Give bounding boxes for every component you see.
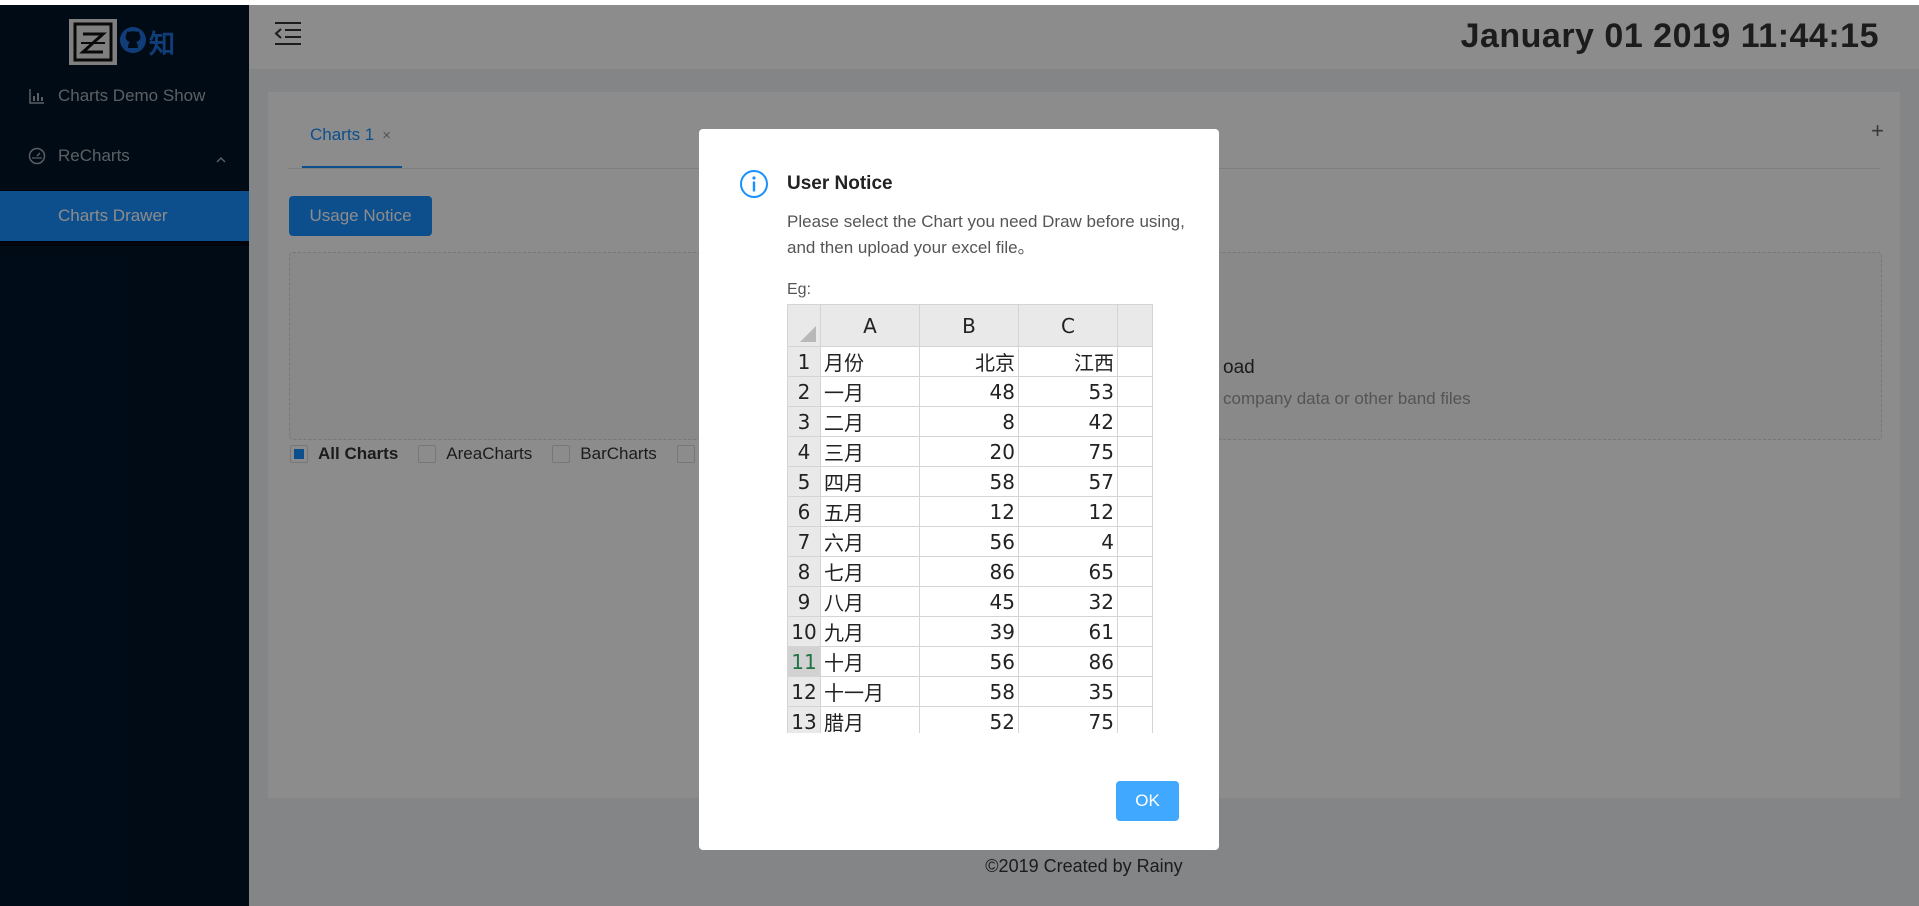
modal-title: User Notice bbox=[787, 173, 893, 194]
cell-empty bbox=[1117, 526, 1153, 557]
column-header: B bbox=[919, 304, 1019, 347]
cell-empty bbox=[1117, 466, 1153, 497]
column-header: A bbox=[820, 304, 920, 347]
cell-empty bbox=[1117, 676, 1153, 707]
info-circle-icon bbox=[739, 169, 769, 204]
table-row: 8 七月 86 65 bbox=[787, 556, 1153, 587]
ok-button[interactable]: OK bbox=[1116, 781, 1179, 821]
cell-month: 七月 bbox=[820, 556, 920, 587]
table-row: 7 六月 56 4 bbox=[787, 526, 1153, 557]
cell-empty bbox=[1117, 586, 1153, 617]
cell-jiangxi: 57 bbox=[1018, 466, 1118, 497]
cell-month: 十月 bbox=[820, 646, 920, 677]
cell-beijing: 86 bbox=[919, 556, 1019, 587]
example-label: Eg: bbox=[787, 281, 812, 298]
row-number: 10 bbox=[787, 616, 821, 647]
cell-jiangxi: 32 bbox=[1018, 586, 1118, 617]
cell-empty bbox=[1117, 346, 1153, 377]
row-number: 11 bbox=[787, 646, 821, 677]
cell-month: 六月 bbox=[820, 526, 920, 557]
table-row: 12 十一月 58 35 bbox=[787, 676, 1153, 707]
row-number: 4 bbox=[787, 436, 821, 467]
cell-empty bbox=[1117, 496, 1153, 527]
example-spreadsheet-image: A B C 1 月份 北京 江西 2 一月 48 53 3 二月 8 42 4 三月 20 75 5 四月 58 57… bbox=[787, 304, 1162, 733]
table-row: 11 十月 56 86 bbox=[787, 646, 1153, 677]
cell-month: 腊月 bbox=[820, 706, 920, 733]
table-row: 6 五月 12 12 bbox=[787, 496, 1153, 527]
cell-jiangxi: 35 bbox=[1018, 676, 1118, 707]
cell-month: 九月 bbox=[820, 616, 920, 647]
cell-empty bbox=[1117, 406, 1153, 437]
cell-jiangxi: 江西 bbox=[1018, 346, 1118, 377]
cell-empty bbox=[1117, 556, 1153, 587]
row-number: 3 bbox=[787, 406, 821, 437]
cell-month: 八月 bbox=[820, 586, 920, 617]
table-row: 13 腊月 52 75 bbox=[787, 706, 1153, 733]
cell-jiangxi: 65 bbox=[1018, 556, 1118, 587]
cell-jiangxi: 4 bbox=[1018, 526, 1118, 557]
table-row: 2 一月 48 53 bbox=[787, 376, 1153, 407]
row-number: 8 bbox=[787, 556, 821, 587]
cell-beijing: 56 bbox=[919, 646, 1019, 677]
cell-beijing: 20 bbox=[919, 436, 1019, 467]
cell-beijing: 北京 bbox=[919, 346, 1019, 377]
table-row: 3 二月 8 42 bbox=[787, 406, 1153, 437]
table-row: 5 四月 58 57 bbox=[787, 466, 1153, 497]
cell-jiangxi: 75 bbox=[1018, 436, 1118, 467]
row-number: 13 bbox=[787, 706, 821, 733]
row-number: 5 bbox=[787, 466, 821, 497]
cell-month: 四月 bbox=[820, 466, 920, 497]
cell-beijing: 48 bbox=[919, 376, 1019, 407]
cell-beijing: 52 bbox=[919, 706, 1019, 733]
row-number: 7 bbox=[787, 526, 821, 557]
table-row: 1 月份 北京 江西 bbox=[787, 346, 1153, 377]
example-table: A B C 1 月份 北京 江西 2 一月 48 53 3 二月 8 42 4 三月 20 75 5 四月 58 57… bbox=[787, 304, 1153, 733]
cell-empty bbox=[1117, 706, 1153, 733]
column-header bbox=[1117, 304, 1153, 347]
column-header-row: A B C bbox=[787, 304, 1153, 347]
row-number: 2 bbox=[787, 376, 821, 407]
table-body: 1 月份 北京 江西 2 一月 48 53 3 二月 8 42 4 三月 20 75 5 四月 58 57 6 五月 12 1… bbox=[787, 346, 1153, 733]
cell-empty bbox=[1117, 616, 1153, 647]
cell-beijing: 39 bbox=[919, 616, 1019, 647]
table-row: 4 三月 20 75 bbox=[787, 436, 1153, 467]
modal-body: Please select the Chart you need Draw be… bbox=[787, 212, 1185, 257]
cell-month: 二月 bbox=[820, 406, 920, 437]
cell-empty bbox=[1117, 376, 1153, 407]
cell-jiangxi: 42 bbox=[1018, 406, 1118, 437]
cell-month: 月份 bbox=[820, 346, 920, 377]
cell-jiangxi: 75 bbox=[1018, 706, 1118, 733]
cell-jiangxi: 53 bbox=[1018, 376, 1118, 407]
cell-month: 十一月 bbox=[820, 676, 920, 707]
top-strip bbox=[0, 0, 1919, 5]
cell-beijing: 8 bbox=[919, 406, 1019, 437]
table-row: 9 八月 45 32 bbox=[787, 586, 1153, 617]
cell-beijing: 45 bbox=[919, 586, 1019, 617]
cell-jiangxi: 86 bbox=[1018, 646, 1118, 677]
table-row: 10 九月 39 61 bbox=[787, 616, 1153, 647]
cell-month: 五月 bbox=[820, 496, 920, 527]
column-header: C bbox=[1018, 304, 1118, 347]
cell-month: 三月 bbox=[820, 436, 920, 467]
cell-empty bbox=[1117, 646, 1153, 677]
cell-jiangxi: 12 bbox=[1018, 496, 1118, 527]
row-number: 1 bbox=[787, 346, 821, 377]
cell-beijing: 12 bbox=[919, 496, 1019, 527]
user-notice-modal: User Notice Please select the Chart you … bbox=[699, 129, 1219, 850]
row-number: 9 bbox=[787, 586, 821, 617]
cell-beijing: 58 bbox=[919, 466, 1019, 497]
cell-beijing: 56 bbox=[919, 526, 1019, 557]
cell-empty bbox=[1117, 436, 1153, 467]
cell-beijing: 58 bbox=[919, 676, 1019, 707]
row-number: 12 bbox=[787, 676, 821, 707]
cell-jiangxi: 61 bbox=[1018, 616, 1118, 647]
row-number: 6 bbox=[787, 496, 821, 527]
select-all-corner bbox=[787, 304, 821, 347]
cell-month: 一月 bbox=[820, 376, 920, 407]
